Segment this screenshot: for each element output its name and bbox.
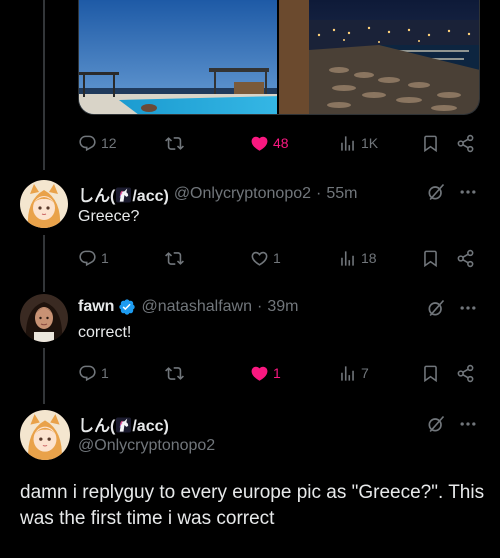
post-actions: 12 48 1K (78, 131, 480, 155)
poolside-terrace-photo[interactable] (79, 0, 279, 114)
reply-icon (78, 249, 97, 268)
grok-icon[interactable] (426, 298, 446, 318)
more-icon[interactable] (458, 298, 478, 318)
user-handle[interactable]: @Onlycryptonopo2 (174, 185, 311, 203)
bookmark-icon (421, 134, 440, 153)
heart-icon (250, 364, 269, 383)
like-button[interactable]: 1 (250, 361, 281, 385)
views-icon (338, 134, 357, 153)
bookmark-button[interactable] (421, 361, 440, 385)
verified-badge-icon (118, 298, 136, 316)
repost-button[interactable] (165, 361, 184, 385)
bookmark-icon (421, 249, 440, 268)
bookmark-button[interactable] (421, 246, 440, 270)
tweet-header-name: しん(/acc) (78, 412, 169, 436)
reply-count: 1 (101, 250, 109, 266)
share-button[interactable] (456, 361, 475, 385)
tweet-text: correct! (78, 324, 132, 341)
tweet-header: fawn @natashalfawn · 39m (78, 298, 298, 316)
thread-line-top (43, 0, 45, 170)
heart-icon (250, 134, 269, 153)
reply-icon (78, 364, 97, 383)
separator-dot: · (316, 185, 322, 202)
like-count: 1 (273, 250, 281, 266)
display-name[interactable]: しん(/acc) (78, 412, 169, 436)
tweet-text: Greece? (78, 208, 140, 225)
reply-2-actions: 1 1 7 (78, 361, 480, 385)
avatar[interactable] (20, 180, 68, 228)
grok-icon[interactable] (426, 182, 446, 202)
display-name[interactable]: fawn (78, 298, 114, 316)
reply-button[interactable]: 1 (78, 246, 109, 270)
tweet-header: しん(/acc) @Onlycryptonopo2 · 55m (78, 182, 357, 206)
bookmark-button[interactable] (421, 131, 440, 155)
views-count: 7 (361, 365, 369, 381)
avatar[interactable] (20, 294, 68, 342)
user-handle[interactable]: @Onlycryptonopo2 (78, 437, 215, 455)
reply-count: 12 (101, 135, 117, 151)
like-button[interactable]: 1 (250, 246, 281, 270)
reply-count: 1 (101, 365, 109, 381)
separator-dot: · (256, 298, 263, 315)
tweet-header-handle: @Onlycryptonopo2 (78, 437, 215, 455)
avatar[interactable] (20, 410, 70, 460)
timestamp[interactable]: 39m (267, 298, 298, 316)
bookmark-icon (421, 364, 440, 383)
reply-1-actions: 1 1 18 (78, 246, 480, 270)
views-button[interactable]: 7 (338, 361, 369, 385)
focused-tweet-text: damn i replyguy to every europe pic as "… (20, 482, 485, 529)
views-count: 1K (361, 135, 379, 151)
repost-icon (165, 364, 184, 383)
grok-icon[interactable] (426, 414, 446, 434)
share-icon (456, 364, 475, 383)
reply-icon (78, 134, 97, 153)
unicorn-emoji (116, 417, 131, 433)
heart-icon (250, 249, 269, 268)
timestamp[interactable]: 55m (326, 185, 357, 203)
more-icon[interactable] (458, 414, 478, 434)
views-icon (338, 249, 357, 268)
repost-icon (165, 249, 184, 268)
reply-button[interactable]: 12 (78, 131, 117, 155)
display-name[interactable]: しん(/acc) (78, 182, 169, 206)
views-icon (338, 364, 357, 383)
like-count: 48 (273, 135, 289, 151)
repost-button[interactable] (165, 246, 184, 270)
user-handle[interactable]: @natashalfawn (141, 298, 252, 316)
share-button[interactable] (456, 131, 475, 155)
repost-icon (165, 134, 184, 153)
more-icon[interactable] (458, 182, 478, 202)
views-count: 18 (361, 250, 377, 266)
share-icon (456, 249, 475, 268)
beach-at-night-photo[interactable] (279, 0, 479, 114)
share-icon (456, 134, 475, 153)
like-button[interactable]: 48 (250, 131, 289, 155)
share-button[interactable] (456, 246, 475, 270)
views-button[interactable]: 1K (338, 131, 378, 155)
repost-button[interactable] (165, 131, 184, 155)
like-count: 1 (273, 365, 281, 381)
views-button[interactable]: 18 (338, 246, 377, 270)
unicorn-emoji (116, 187, 131, 203)
post-media-grid[interactable] (78, 0, 480, 115)
reply-button[interactable]: 1 (78, 361, 109, 385)
